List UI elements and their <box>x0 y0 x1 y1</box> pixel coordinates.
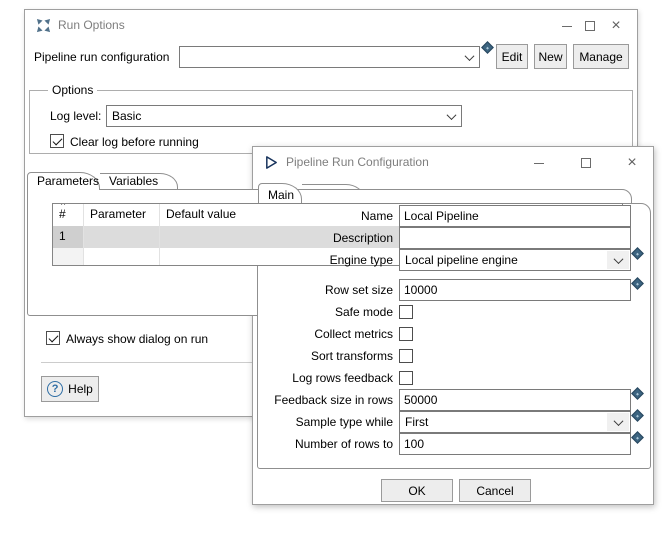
play-triangle-icon <box>264 155 279 170</box>
form-row-description: Description <box>257 227 651 249</box>
tab-variables[interactable]: Variables <box>100 173 178 190</box>
window-title: Pipeline Run Configuration <box>286 155 429 169</box>
safe-mode-checkbox[interactable] <box>399 305 413 319</box>
form-row-engine-type: Engine type Local pipeline engine <box>257 249 651 271</box>
engine-type-label: Engine type <box>257 253 399 267</box>
log-rows-feedback-checkbox[interactable] <box>399 371 413 385</box>
column-header-num[interactable]: ^ # <box>53 204 84 226</box>
clear-log-label: Clear log before running <box>70 135 199 149</box>
chevron-down-icon <box>613 254 623 264</box>
log-level-value: Basic <box>107 109 441 123</box>
parameter-cell[interactable] <box>84 226 160 248</box>
maximize-button[interactable] <box>583 19 597 33</box>
sample-type-value: First <box>400 415 606 429</box>
pipeline-run-configuration-label: Pipeline run configuration <box>34 50 169 64</box>
options-group-legend: Options <box>48 83 97 97</box>
tab-label: Parameters <box>37 174 99 188</box>
row-set-size-input[interactable] <box>399 279 631 301</box>
maximize-button[interactable] <box>579 156 593 170</box>
row-number-cell[interactable]: 1 <box>53 226 84 248</box>
help-icon: ? <box>47 381 63 397</box>
variable-diamond-icon <box>631 387 644 400</box>
log-rows-feedback-label: Log rows feedback <box>257 371 399 385</box>
close-button[interactable]: × <box>625 156 639 170</box>
name-label: Name <box>257 209 399 223</box>
dropdown-button[interactable] <box>459 47 479 67</box>
name-input[interactable] <box>399 205 631 227</box>
ok-button[interactable]: OK <box>381 479 453 502</box>
sample-type-combo[interactable]: First <box>399 411 631 433</box>
chevron-down-icon <box>446 110 456 120</box>
tab-label: Main <box>268 188 294 202</box>
close-button[interactable]: × <box>609 19 623 33</box>
form-row-name: Name <box>257 205 651 227</box>
row-set-size-label: Row set size <box>257 283 399 297</box>
collect-metrics-label: Collect metrics <box>257 327 399 341</box>
pipeline-run-configuration-combo[interactable] <box>179 46 480 68</box>
edit-button[interactable]: Edit <box>496 44 528 69</box>
description-input[interactable] <box>399 227 631 249</box>
form-row-collect-metrics: Collect metrics <box>257 323 651 345</box>
form-row-sort-transforms: Sort transforms <box>257 345 651 367</box>
log-level-combo[interactable]: Basic <box>106 105 462 127</box>
window-title: Run Options <box>58 18 125 32</box>
safe-mode-label: Safe mode <box>257 305 399 319</box>
feedback-size-input[interactable] <box>399 389 631 411</box>
num-rows-input[interactable] <box>399 433 631 455</box>
variable-diamond-icon <box>481 41 494 54</box>
maximize-icon <box>585 21 595 31</box>
sort-asc-icon: ^ <box>61 204 65 210</box>
tab-label: Variables <box>109 174 158 188</box>
sort-transforms-checkbox[interactable] <box>399 349 413 363</box>
variable-diamond-icon <box>631 431 644 444</box>
form-row-sample-type: Sample type while First <box>257 411 651 433</box>
chevron-down-icon <box>464 51 474 61</box>
cancel-button[interactable]: Cancel <box>459 479 531 502</box>
tab-parameters[interactable]: Parameters <box>27 172 100 190</box>
options-group: Options Log level: Basic Clear log befor… <box>29 90 633 154</box>
sample-type-label: Sample type while <box>257 415 399 429</box>
log-level-label: Log level: <box>50 109 101 123</box>
description-label: Description <box>257 231 399 245</box>
minimize-icon <box>534 163 544 164</box>
close-icon: × <box>611 19 620 33</box>
variable-diamond-icon <box>631 409 644 422</box>
maximize-icon <box>581 158 591 168</box>
engine-type-value: Local pipeline engine <box>400 253 606 267</box>
minimize-icon <box>562 26 572 27</box>
main-tab-form: Name Description Engine type Local pipel… <box>257 205 651 455</box>
hop-pinwheel-icon <box>36 18 51 33</box>
run-options-titlebar[interactable]: Run Options × <box>25 10 637 40</box>
sort-transforms-label: Sort transforms <box>257 349 399 363</box>
engine-type-combo[interactable]: Local pipeline engine <box>399 249 631 271</box>
collect-metrics-checkbox[interactable] <box>399 327 413 341</box>
always-show-dialog-checkbox[interactable] <box>46 331 60 345</box>
form-row-log-rows-feedback: Log rows feedback <box>257 367 651 389</box>
help-button[interactable]: ? Help <box>41 376 99 402</box>
variable-diamond-icon <box>631 247 644 260</box>
form-row-safe-mode: Safe mode <box>257 301 651 323</box>
form-row-num-rows: Number of rows to <box>257 433 651 455</box>
minimize-button[interactable] <box>560 19 574 33</box>
feedback-size-label: Feedback size in rows <box>257 393 399 407</box>
variable-diamond-icon <box>631 277 644 290</box>
clear-log-checkbox[interactable] <box>50 134 64 148</box>
column-header-parameter[interactable]: Parameter <box>84 204 160 226</box>
help-label: Help <box>68 382 93 396</box>
minimize-button[interactable] <box>532 156 546 170</box>
dropdown-button[interactable] <box>607 251 629 269</box>
tab-main[interactable]: Main <box>258 183 302 204</box>
new-button[interactable]: New <box>534 44 567 69</box>
num-rows-label: Number of rows to <box>257 437 399 451</box>
dropdown-button[interactable] <box>441 106 461 126</box>
form-row-feedback-size: Feedback size in rows <box>257 389 651 411</box>
form-row-row-set-size: Row set size <box>257 279 651 301</box>
chevron-down-icon <box>613 416 623 426</box>
manage-button[interactable]: Manage <box>573 44 629 69</box>
pipeline-config-titlebar[interactable]: Pipeline Run Configuration × <box>253 147 653 177</box>
dropdown-button[interactable] <box>607 413 629 431</box>
close-icon: × <box>627 156 636 170</box>
always-show-dialog-label: Always show dialog on run <box>66 332 208 346</box>
